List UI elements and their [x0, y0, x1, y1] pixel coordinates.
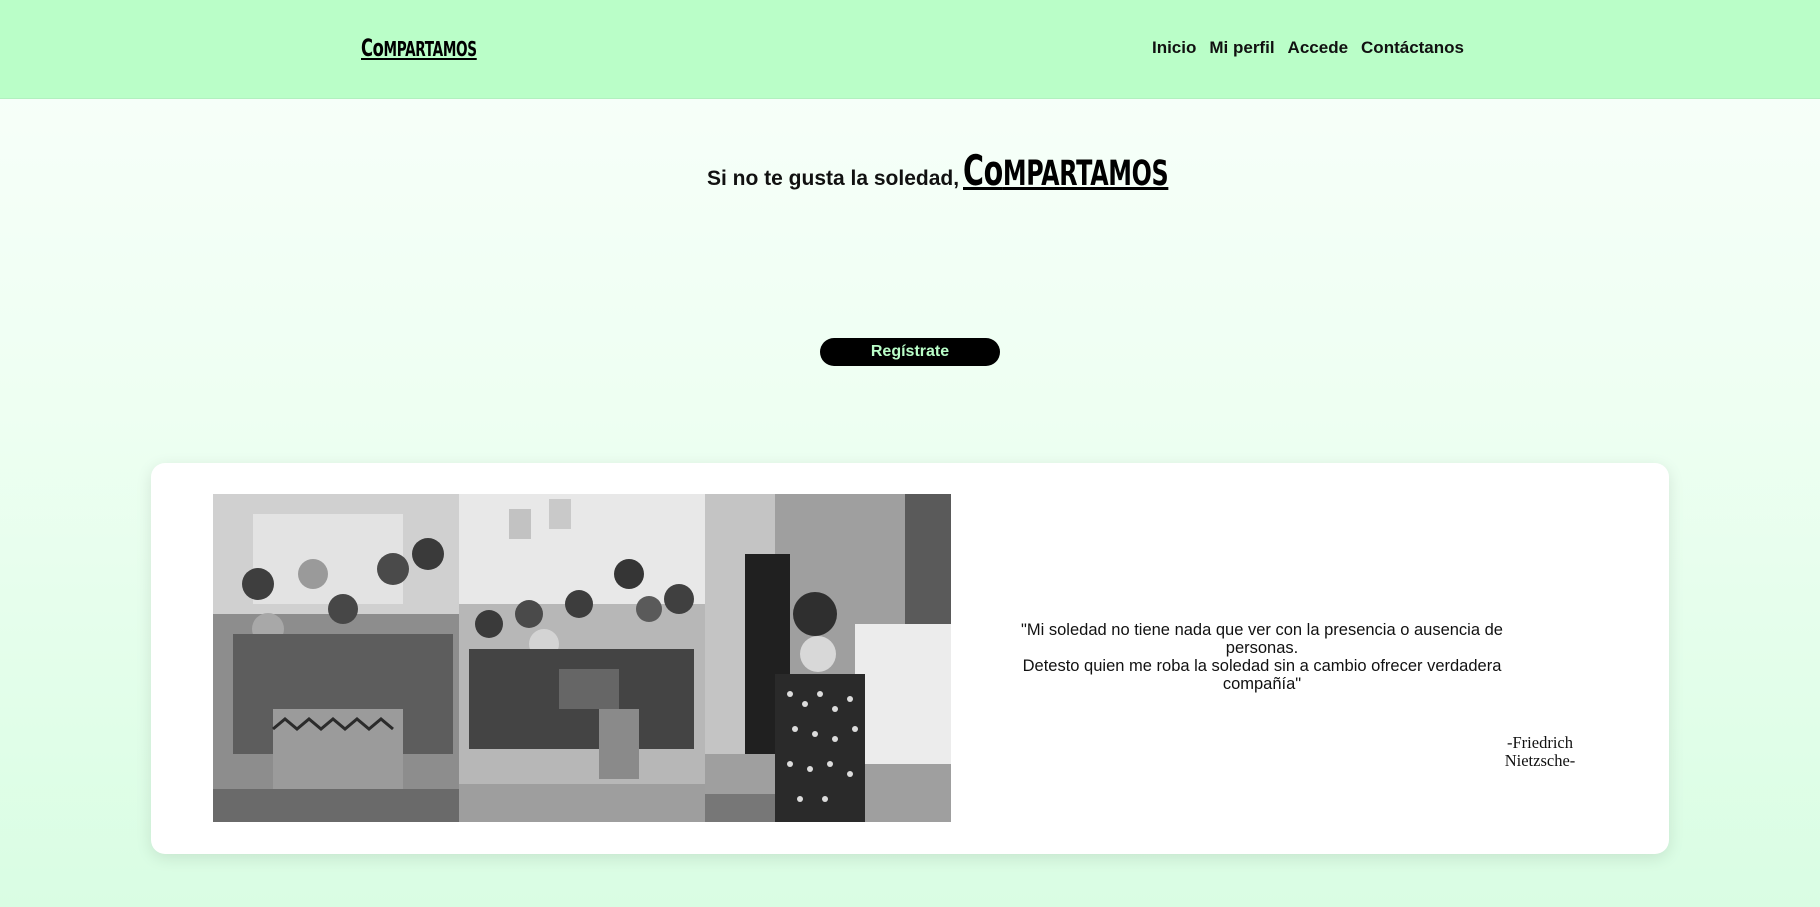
logo-initials: Co: [361, 34, 384, 62]
hero-logo-initials: Co: [963, 146, 1003, 195]
brand-logo[interactable]: CoMPARTAMOS: [361, 34, 477, 62]
nietzsche-quote: "Mi soledad no tiene nada que ver con la…: [987, 621, 1537, 693]
hero-logo: CoMPARTAMOS: [963, 146, 1169, 195]
author-line-2: Nietzsche-: [1504, 751, 1576, 770]
quote-card: "Mi soledad no tiene nada que ver con la…: [151, 463, 1669, 854]
family-photo: [459, 494, 705, 822]
main-nav: Inicio Mi perfil Accede Contáctanos: [1152, 38, 1464, 58]
logo-text: MPARTAMOS: [383, 37, 478, 61]
register-button[interactable]: Regístrate: [820, 338, 1000, 366]
portrait-photo: [705, 494, 951, 822]
photo-collage: [213, 494, 951, 822]
nav-accede[interactable]: Accede: [1288, 38, 1348, 58]
nav-mi-perfil[interactable]: Mi perfil: [1209, 38, 1274, 58]
quote-line-1: "Mi soledad no tiene nada que ver con la…: [1021, 621, 1503, 657]
hero-logo-text: MPARTAMOS: [1002, 154, 1169, 194]
author-line-1: -Friedrich: [1507, 733, 1573, 752]
group-photo: [213, 494, 459, 822]
top-navbar: CoMPARTAMOS Inicio Mi perfil Accede Cont…: [0, 0, 1820, 99]
nav-contactanos[interactable]: Contáctanos: [1361, 38, 1464, 58]
quote-line-2: Detesto quien me roba la soledad sin a c…: [1022, 657, 1502, 693]
nav-inicio[interactable]: Inicio: [1152, 38, 1196, 58]
hero-tagline: Si no te gusta la soledad,: [707, 167, 960, 190]
quote-author: -Friedrich Nietzsche-: [1500, 734, 1580, 770]
